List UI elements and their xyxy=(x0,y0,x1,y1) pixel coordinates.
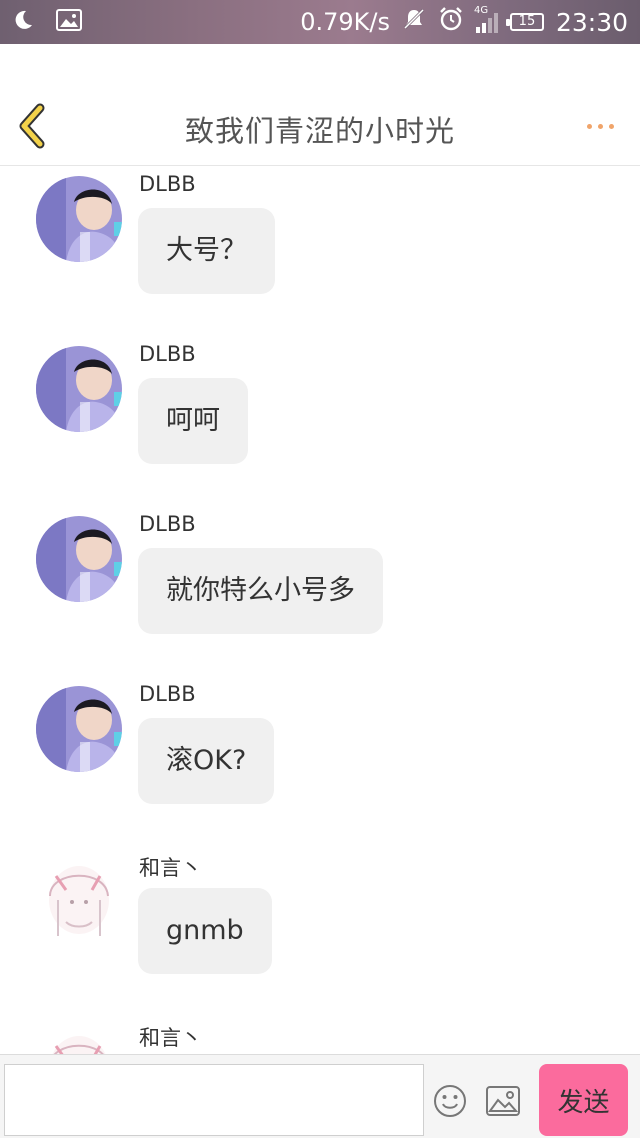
image-icon xyxy=(486,1086,520,1116)
image-button[interactable] xyxy=(485,1085,521,1117)
sender-name: DLBB xyxy=(139,342,196,366)
alarm-icon xyxy=(438,6,464,38)
photo-avatar[interactable] xyxy=(36,686,122,772)
message-bubble[interactable]: 滚OK? xyxy=(138,718,275,804)
chat-header: 致我们青涩的小时光 xyxy=(0,44,640,166)
input-bar: 发送 xyxy=(0,1054,640,1138)
message-bubble[interactable]: 大号？ xyxy=(138,208,275,294)
battery-indicator: 15 xyxy=(505,13,544,31)
image-icon xyxy=(56,9,82,35)
sender-name: DLBB xyxy=(139,172,196,196)
sender-name: 和言丶 xyxy=(139,856,202,880)
message-list[interactable]: DLBB 大号？ DLBB 呵呵 DLBB 就你特么小号多 DLBB 滚OK? xyxy=(0,166,640,1054)
clock: 23:30 xyxy=(555,7,628,37)
message-bubble[interactable]: gnmb xyxy=(138,888,272,974)
message-item: 和言丶 gnmb xyxy=(0,846,640,1016)
sketch-avatar[interactable] xyxy=(36,856,122,942)
smiley-icon xyxy=(434,1085,466,1117)
message-item: DLBB 大号？ xyxy=(0,166,640,336)
signal-icon: 4G xyxy=(474,5,498,33)
photo-avatar[interactable] xyxy=(36,346,122,432)
message-input[interactable] xyxy=(4,1064,424,1136)
message-item: 和言丶 xyxy=(0,1016,640,1054)
message-item: DLBB 滚OK? xyxy=(0,676,640,846)
sender-name: 和言丶 xyxy=(139,1026,202,1050)
message-item: DLBB 呵呵 xyxy=(0,336,640,506)
sketch-avatar[interactable] xyxy=(36,1026,122,1054)
network-type: 4G xyxy=(473,5,489,16)
message-bubble[interactable]: 就你特么小号多 xyxy=(138,548,383,634)
chat-screen: 0.79K/s 4G 15 23:30 致我们青涩的小时光 DLBB 大号？ D… xyxy=(0,0,640,1138)
page-title: 致我们青涩的小时光 xyxy=(184,114,455,148)
more-dots-icon xyxy=(586,123,592,129)
emoji-button[interactable] xyxy=(432,1083,468,1119)
net-speed: 0.79K/s xyxy=(300,8,390,36)
send-button[interactable]: 发送 xyxy=(539,1064,628,1136)
status-bar: 0.79K/s 4G 15 23:30 xyxy=(0,0,640,44)
bell-off-icon xyxy=(402,7,426,37)
sender-name: DLBB xyxy=(139,682,196,706)
moon-icon xyxy=(12,9,34,35)
photo-avatar[interactable] xyxy=(36,176,122,262)
more-options-button[interactable] xyxy=(580,114,620,138)
sender-name: DLBB xyxy=(139,512,196,536)
photo-avatar[interactable] xyxy=(36,516,122,602)
message-bubble[interactable]: 呵呵 xyxy=(138,378,248,464)
message-item: DLBB 就你特么小号多 xyxy=(0,506,640,676)
